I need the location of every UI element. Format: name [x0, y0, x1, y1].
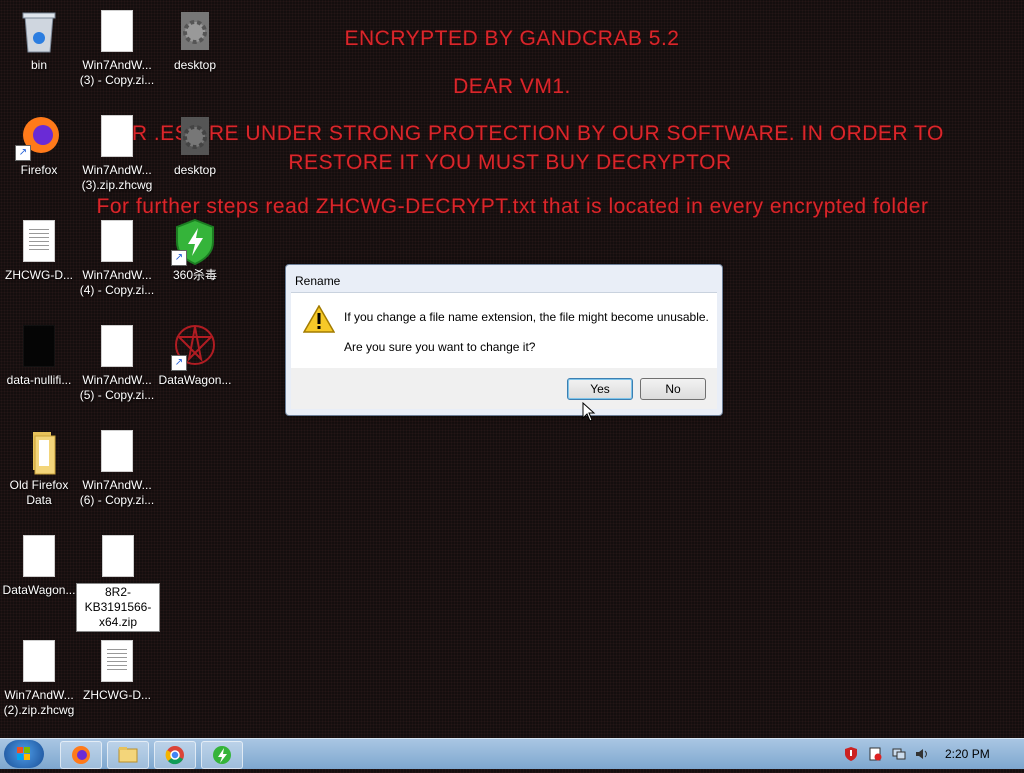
- desktop-icon-label: ZHCWG-D...: [5, 268, 73, 282]
- desktop-icon-recycle-bin[interactable]: bin: [0, 8, 78, 73]
- file-icon: [93, 8, 141, 56]
- warning-icon: [302, 304, 336, 333]
- file-icon: [15, 638, 63, 686]
- desktop-icon-label: bin: [30, 58, 47, 72]
- desktop-icon-file[interactable]: Win7AndW... (3) - Copy.zi...: [78, 8, 156, 88]
- desktop-icon-file[interactable]: Win7AndW... (3).zip.zhcwg: [78, 113, 156, 193]
- desktop-icon-file[interactable]: Win7AndW... (4) - Copy.zi...: [78, 218, 156, 298]
- desktop-icon-label: DataWagon...: [158, 373, 232, 387]
- dialog-question: Are you sure you want to change it?: [344, 340, 536, 354]
- dialog-message: If you change a file name extension, the…: [344, 310, 709, 324]
- firefox-icon: [72, 746, 90, 764]
- dialog-title: Rename: [295, 274, 341, 288]
- file-icon: [15, 533, 63, 581]
- desktop-icon-label: Old Firefox Data: [9, 478, 69, 507]
- file-icon: [93, 428, 141, 476]
- taskbar-explorer[interactable]: [107, 741, 149, 769]
- mouse-cursor-icon: [582, 401, 596, 422]
- gear-file-icon: [171, 8, 219, 56]
- desktop-icon-label: data-nullifi...: [6, 373, 72, 387]
- desktop-icon-firefox[interactable]: ↗ Firefox: [0, 113, 78, 178]
- file-icon: [93, 113, 141, 161]
- gear-file-icon: [171, 113, 219, 161]
- desktop-icon-label: Win7AndW... (3).zip.zhcwg: [81, 163, 153, 192]
- no-button[interactable]: No: [640, 378, 706, 400]
- taskbar-chrome[interactable]: [154, 741, 196, 769]
- desktop-icon-label: desktop: [173, 58, 217, 72]
- desktop-icon-file[interactable]: Win7AndW... (6) - Copy.zi...: [78, 428, 156, 508]
- dialog-content: If you change a file name extension, the…: [291, 292, 717, 368]
- rename-dialog: Rename If you change a file name extensi…: [285, 264, 723, 416]
- ransom-instructions: For further steps read ZHCWG-DECRYPT.txt…: [96, 195, 929, 218]
- desktop-icon-text-file[interactable]: ZHCWG-D...: [0, 218, 78, 283]
- desktop-icon-text-file[interactable]: ZHCWG-D...: [78, 638, 156, 703]
- desktop-icon-label: ZHCWG-D...: [83, 688, 151, 702]
- desktop-icon-360[interactable]: ↗ 360杀毒: [156, 218, 234, 283]
- recycle-bin-icon: [15, 8, 63, 56]
- shortcut-arrow-icon: ↗: [171, 355, 187, 371]
- 360-icon: [213, 746, 231, 764]
- chrome-icon: [165, 746, 184, 765]
- file-icon: [94, 533, 142, 581]
- folder-icon: [15, 428, 63, 476]
- desktop-icon-label: Firefox: [20, 163, 58, 177]
- shield-icon: ↗: [171, 218, 219, 266]
- file-icon: [93, 218, 141, 266]
- shortcut-arrow-icon: ↗: [15, 145, 31, 161]
- ransom-message-line2: RESTORE IT YOU MUST BUY DECRYPTOR: [288, 151, 732, 174]
- explorer-icon: [118, 747, 138, 763]
- shortcut-arrow-icon: ↗: [171, 250, 187, 266]
- desktop-icon-label: desktop: [173, 163, 217, 177]
- rename-edit-box[interactable]: 8R2- KB3191566- x64.zip: [76, 583, 160, 632]
- network-icon[interactable]: [892, 747, 906, 761]
- desktop-icon-file[interactable]: Win7AndW... (5) - Copy.zi...: [78, 323, 156, 403]
- desktop-icon-label: Win7AndW... (5) - Copy.zi...: [79, 373, 155, 402]
- taskbar-clock[interactable]: 2:20 PM: [945, 747, 990, 761]
- desktop-icon-file[interactable]: DataWagon...: [0, 533, 78, 598]
- firefox-icon: ↗: [15, 113, 63, 161]
- desktop-icon-desktop[interactable]: desktop: [156, 8, 234, 73]
- desktop-icon-file[interactable]: Win7AndW... (2).zip.zhcwg: [0, 638, 78, 718]
- desktop-icon-label: Win7AndW... (6) - Copy.zi...: [79, 478, 155, 507]
- desktop-icon-file-renaming[interactable]: 8R2- KB3191566- x64.zip: [76, 533, 160, 632]
- taskbar-firefox[interactable]: [60, 741, 102, 769]
- desktop-icon-label: DataWagon...: [2, 583, 76, 597]
- file-icon: [93, 323, 141, 371]
- desktop-icon-label: Win7AndW... (2).zip.zhcwg: [3, 688, 75, 717]
- text-file-icon: [93, 638, 141, 686]
- volume-icon[interactable]: [915, 747, 929, 761]
- desktop-icon-label: 360杀毒: [172, 268, 218, 282]
- taskbar-360[interactable]: [201, 741, 243, 769]
- action-center-icon[interactable]: [868, 747, 882, 761]
- desktop-icon-desktop[interactable]: desktop: [156, 113, 234, 178]
- black-file-icon: [15, 323, 63, 371]
- start-button[interactable]: [4, 740, 44, 768]
- datawagon-icon: ↗: [171, 323, 219, 371]
- text-file-icon: [15, 218, 63, 266]
- desktop-icon-label: Win7AndW... (4) - Copy.zi...: [79, 268, 155, 297]
- shield-tray-icon[interactable]: [844, 747, 858, 761]
- desktop-icon-folder[interactable]: Old Firefox Data: [0, 428, 78, 508]
- yes-button[interactable]: Yes: [567, 378, 633, 400]
- desktop-icon-data-nullifier[interactable]: data-nullifi...: [0, 323, 78, 388]
- desktop-icon-datawagon[interactable]: ↗ DataWagon...: [156, 323, 234, 388]
- taskbar: 2:20 PM: [0, 738, 1024, 769]
- windows-logo-icon: [17, 747, 30, 760]
- dialog-footer: Yes No: [291, 368, 717, 409]
- desktop-icon-label: Win7AndW... (3) - Copy.zi...: [79, 58, 155, 87]
